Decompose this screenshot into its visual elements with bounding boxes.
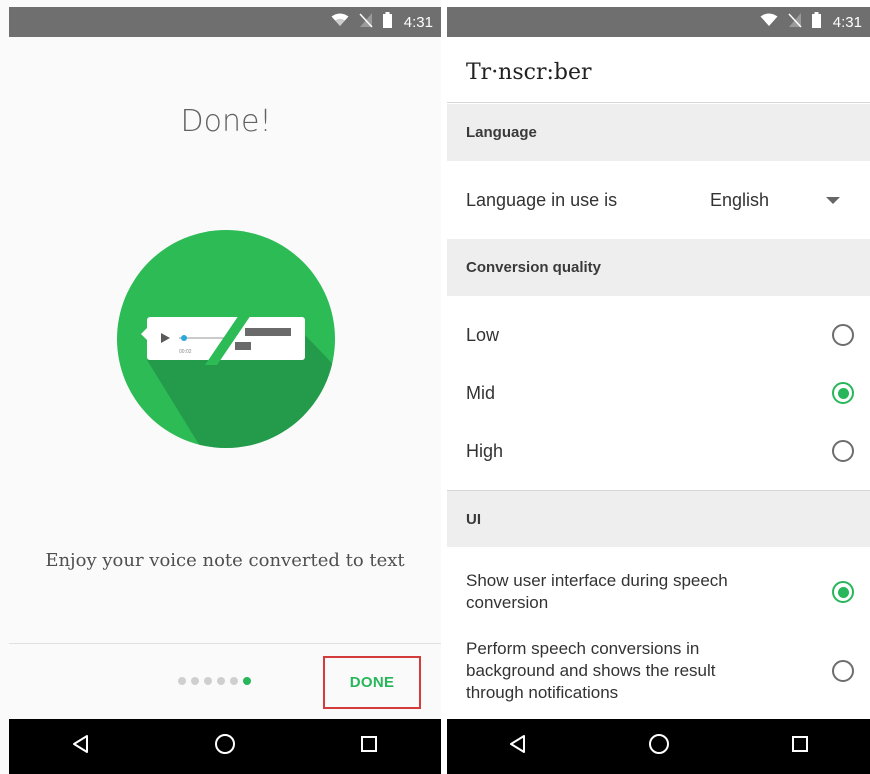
home-icon [214,733,236,760]
back-icon [508,734,528,759]
section-header-language: Language [447,104,870,161]
ui-option-show-interface[interactable]: Show user interface during speech conver… [447,557,870,627]
illustration-timestamp: 00:02 [179,349,192,355]
battery-icon [382,11,392,33]
quality-option-low[interactable]: Low [447,306,870,364]
page-indicator [178,677,251,685]
quality-option-high[interactable]: High [447,422,870,480]
battery-icon [811,11,821,33]
language-selector[interactable]: Language in use is English [447,161,870,239]
dropdown-arrow-icon [826,196,840,204]
back-icon [71,734,91,759]
option-label: Perform speech conversions in background… [466,639,716,702]
recents-button[interactable] [780,727,820,767]
section-header-quality: Conversion quality [447,239,870,296]
option-label: Mid [466,382,496,403]
home-button[interactable] [639,727,679,767]
home-button[interactable] [205,727,245,767]
voice-to-text-illustration: 00:02 [117,230,335,448]
radio-button[interactable] [832,324,854,346]
radio-button[interactable] [832,440,854,462]
ui-option-background[interactable]: Perform speech conversions in background… [447,630,870,712]
recents-icon [791,735,809,758]
done-button[interactable]: DONE [323,656,421,709]
status-time: 4:31 [832,13,862,31]
quality-option-mid[interactable]: Mid [447,364,870,422]
option-label: Low [466,324,500,345]
back-button[interactable] [498,727,538,767]
page-title: Done! [180,104,272,139]
app-title: Tr·nscr:ber [466,60,592,85]
radio-button[interactable] [832,581,854,603]
page-dot-active [243,677,251,685]
wifi-icon [331,13,349,32]
app-bar: Tr·nscr:ber [447,37,870,103]
radio-button[interactable] [832,382,854,404]
no-sim-icon [788,12,802,33]
language-value: English [710,189,770,210]
option-label: High [466,440,504,461]
status-bar: 4:31 [9,7,441,37]
option-label: Show user interface during speech conver… [466,571,728,612]
wifi-icon [760,13,778,32]
section-header-ui: UI [447,490,870,547]
navigation-bar [9,719,441,774]
home-icon [648,733,670,760]
page-dot [191,677,199,685]
footer-divider [9,643,441,644]
no-sim-icon [359,12,373,33]
page-dot [178,677,186,685]
recents-icon [360,735,378,758]
back-button[interactable] [61,727,101,767]
settings-screen: 4:31 Tr·nscr:ber Language Language in us… [447,0,870,774]
page-dot [217,677,225,685]
status-time: 4:31 [403,13,433,31]
page-dot [204,677,212,685]
status-bar: 4:31 [447,7,870,37]
language-label: Language in use is [466,189,618,210]
page-dot [230,677,238,685]
onboarding-screen: 4:31 Done! 00:02 Enjoy your voice note c… [0,0,441,774]
radio-button[interactable] [832,660,854,682]
recents-button[interactable] [349,727,389,767]
onboarding-caption: Enjoy your voice note converted to text [45,550,405,571]
navigation-bar [447,719,870,774]
